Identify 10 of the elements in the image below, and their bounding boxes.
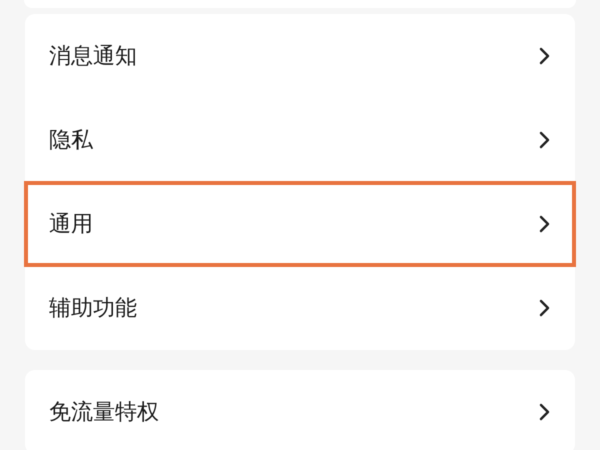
settings-item[interactable]: 辅助功能 <box>25 266 575 350</box>
chevron-right-icon <box>539 47 551 65</box>
highlighted-settings-item[interactable]: 通用 <box>25 182 575 266</box>
chevron-right-icon <box>539 403 551 421</box>
settings-item[interactable]: 免流量特权 <box>25 370 575 450</box>
chevron-right-icon <box>539 215 551 233</box>
settings-item[interactable]: 隐私 <box>25 98 575 182</box>
settings-item[interactable]: 消息通知 <box>25 14 575 98</box>
chevron-right-icon <box>539 131 551 149</box>
chevron-right-icon <box>539 299 551 317</box>
